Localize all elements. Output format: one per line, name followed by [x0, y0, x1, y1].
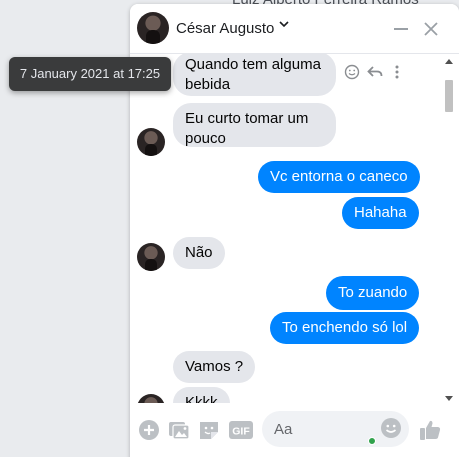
thumbs-up-icon[interactable] [418, 418, 442, 442]
message-bubble-outgoing[interactable]: To enchendo só lol [270, 312, 420, 344]
chat-window: César Augusto Quando tem alguma bebida E… [130, 4, 459, 457]
more-options-icon[interactable] [388, 64, 406, 82]
photo-icon[interactable] [168, 419, 190, 441]
message-input[interactable] [274, 419, 374, 439]
message-bubble-incoming[interactable]: Kkkk [173, 387, 230, 403]
emoji-icon[interactable] [380, 417, 404, 441]
close-icon [424, 22, 438, 36]
avatar[interactable] [137, 128, 165, 156]
avatar[interactable] [137, 243, 165, 271]
message-bubble-outgoing[interactable]: To zuando [326, 276, 420, 310]
avatar[interactable] [137, 394, 165, 403]
react-icon[interactable] [343, 64, 361, 82]
chat-header: César Augusto [130, 4, 459, 54]
minimize-button[interactable] [388, 16, 414, 42]
message-bubble-incoming[interactable]: Quando tem alguma bebida [173, 54, 336, 96]
scrollbar[interactable] [443, 54, 455, 403]
plus-icon[interactable] [138, 419, 160, 441]
message-input-wrapper[interactable] [262, 411, 409, 447]
sticker-icon[interactable] [198, 419, 220, 441]
close-button[interactable] [418, 16, 444, 42]
composer: GIF [130, 403, 459, 457]
scroll-down-arrow[interactable] [445, 396, 453, 401]
message-bubble-outgoing[interactable]: Hahaha [342, 197, 419, 229]
scroll-up-arrow[interactable] [445, 59, 453, 64]
message-bubble-incoming[interactable]: Vamos ? [173, 351, 256, 383]
scroll-thumb[interactable] [445, 80, 453, 112]
contact-avatar[interactable] [137, 12, 169, 44]
message-bubble-incoming[interactable]: Eu curto tomar um pouco [173, 103, 336, 147]
message-bubble-outgoing[interactable]: Vc entorna o caneco [258, 161, 420, 193]
timestamp-tooltip: 7 January 2021 at 17:25 [9, 57, 171, 91]
gif-button[interactable]: GIF [229, 419, 253, 441]
minimize-icon [394, 28, 408, 30]
reply-icon[interactable] [366, 64, 384, 82]
online-status-dot [368, 437, 376, 445]
message-list[interactable]: Quando tem alguma bebida Eu curto tomar … [130, 54, 459, 403]
gif-label: GIF [232, 426, 250, 438]
chevron-down-icon[interactable] [279, 19, 289, 32]
contact-name[interactable]: César Augusto [176, 20, 274, 37]
message-bubble-incoming[interactable]: Não [173, 237, 225, 269]
message-actions [343, 64, 403, 84]
